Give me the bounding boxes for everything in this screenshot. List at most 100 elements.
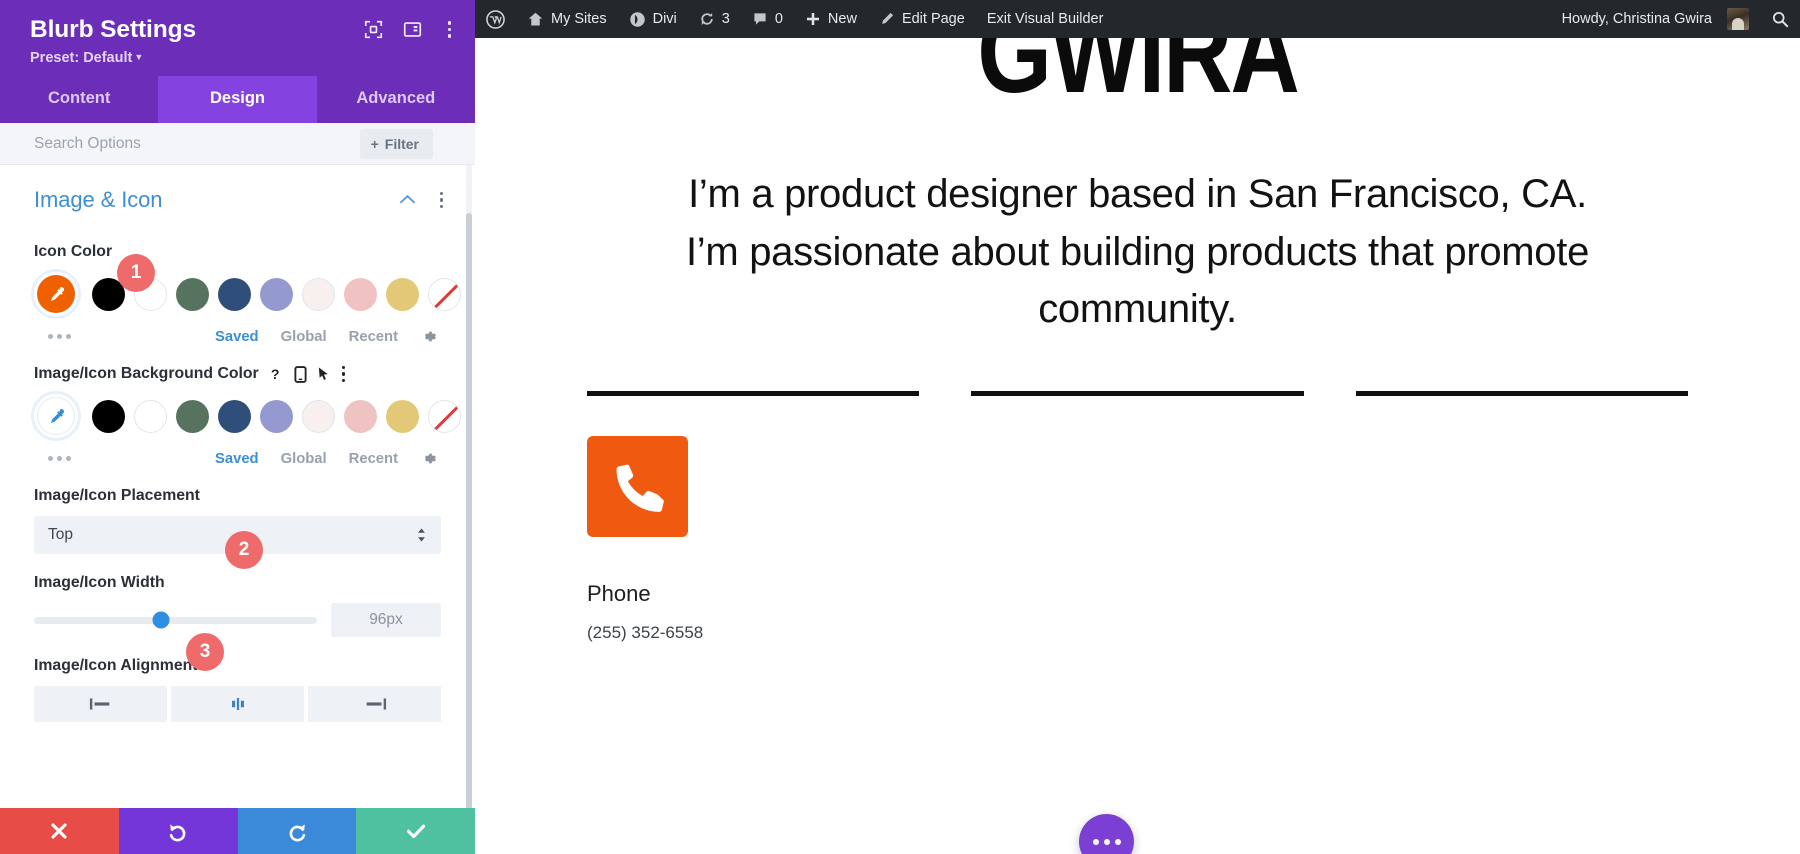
howdy-label: Howdy, Christina Gwira	[1561, 11, 1712, 27]
swatch-periwinkle[interactable]	[260, 399, 293, 433]
avatar	[1727, 8, 1749, 30]
undo-button[interactable]	[118, 808, 238, 854]
wordpress-logo-icon	[486, 9, 505, 29]
layout-columns-icon[interactable]	[403, 20, 422, 39]
panel-footer-bar	[0, 808, 475, 854]
tab-content[interactable]: Content	[0, 76, 158, 123]
chevron-up-icon[interactable]	[399, 190, 416, 210]
icon-bg-more-vertical-icon[interactable]	[340, 365, 348, 383]
redo-button[interactable]	[237, 808, 357, 854]
admin-bar-item-updates[interactable]: 3	[688, 0, 741, 38]
preset-selector[interactable]: Preset: Default ▼	[30, 50, 453, 66]
width-value-input[interactable]: 96px	[331, 603, 441, 638]
align-left-icon[interactable]	[34, 686, 167, 723]
icon-color-label-row: Icon Color	[34, 243, 441, 261]
divider-row	[475, 390, 1800, 396]
eyedropper-icon	[50, 286, 64, 301]
phone-handset-icon	[616, 464, 664, 513]
site-logo-text: GWIRA	[977, 38, 1300, 118]
swatch-pink[interactable]	[344, 399, 377, 433]
width-label: Image/Icon Width	[34, 574, 165, 592]
swatch-green[interactable]	[176, 277, 209, 311]
swatch-periwinkle[interactable]	[260, 277, 293, 311]
swatch-none[interactable]	[428, 399, 461, 433]
save-button[interactable]	[356, 808, 475, 854]
close-x-icon	[51, 823, 67, 839]
cursor-pointer-icon[interactable]	[317, 366, 330, 383]
swatch-white[interactable]	[134, 399, 167, 433]
swatch-gold[interactable]	[386, 277, 419, 311]
align-right-icon[interactable]	[308, 686, 441, 723]
icon-bg-active-swatch[interactable]	[34, 394, 78, 439]
icon-bg-ellipsis-icon[interactable]	[48, 456, 71, 462]
option-icon-color: Icon Color Saved Global Recent	[0, 243, 475, 345]
gear-icon[interactable]	[420, 450, 437, 467]
width-slider-knob[interactable]	[152, 611, 170, 629]
builder-fab-button[interactable]	[1079, 814, 1134, 854]
more-vertical-icon[interactable]	[442, 21, 458, 38]
palette-tab-global[interactable]: Global	[281, 451, 327, 467]
palette-tab-recent[interactable]: Recent	[349, 329, 398, 345]
comment-bubble-icon	[754, 13, 766, 25]
preset-label: Preset: Default	[30, 50, 133, 67]
tab-design[interactable]: Design	[158, 76, 317, 124]
palette-tab-saved[interactable]: Saved	[215, 329, 259, 345]
width-slider-track[interactable]	[34, 611, 317, 629]
swatch-navy[interactable]	[218, 399, 251, 433]
admin-bar-label: 3	[721, 11, 730, 27]
hero-paragraph: I’m a product designer based in San Fran…	[685, 172, 1590, 332]
blurb-icon-tile[interactable]	[587, 435, 688, 537]
swatch-offwhite[interactable]	[302, 277, 335, 311]
swatch-offwhite[interactable]	[302, 399, 335, 433]
admin-bar-item-divi[interactable]: Divi	[618, 0, 688, 38]
admin-bar-account[interactable]: Howdy, Christina Gwira	[1551, 0, 1760, 38]
swatch-none[interactable]	[428, 277, 461, 311]
admin-bar-item-exit-visual-builder[interactable]: Exit Visual Builder	[976, 0, 1115, 38]
panel-tabs: Content Design Advanced	[0, 76, 475, 124]
filter-button[interactable]: + Filter	[359, 129, 433, 160]
focus-target-icon[interactable]	[364, 20, 383, 39]
pencil-edit-icon	[882, 12, 894, 24]
swatch-black[interactable]	[92, 399, 125, 433]
palette-tab-recent[interactable]: Recent	[349, 451, 398, 467]
question-mark-icon[interactable]: ?	[269, 366, 284, 383]
wp-admin-bar: My Sites Divi 3 0 New Edit Page Exit Vis…	[475, 0, 1800, 38]
panel-scroll-area: Image & Icon Icon Color Saved Global Rec…	[0, 165, 475, 808]
step-badge-2: 2	[225, 531, 263, 569]
section-more-vertical-icon[interactable]	[434, 191, 450, 209]
icon-color-active-swatch[interactable]	[34, 272, 78, 317]
divider-line	[1355, 390, 1688, 396]
swatch-green[interactable]	[176, 399, 209, 433]
blurb-body: (255) 352-6558	[587, 622, 704, 642]
admin-bar-item-new[interactable]: New	[794, 0, 868, 38]
swatch-pink[interactable]	[344, 277, 377, 311]
icon-color-ellipsis-icon[interactable]	[48, 334, 71, 340]
palette-tab-saved[interactable]: Saved	[215, 451, 259, 467]
admin-bar-item-edit-page[interactable]: Edit Page	[868, 0, 976, 38]
placement-label: Image/Icon Placement	[34, 487, 200, 505]
blurb-module-phone[interactable]: Phone (255) 352-6558	[587, 435, 954, 643]
cancel-button[interactable]	[0, 808, 119, 854]
palette-tab-global[interactable]: Global	[281, 329, 327, 345]
admin-bar-search[interactable]	[1760, 0, 1800, 38]
admin-bar-item-comments[interactable]: 0	[741, 0, 794, 38]
blurb-column-empty	[1321, 436, 1688, 643]
swatch-gold[interactable]	[386, 399, 419, 433]
page-preview: GWIRA I’m a product designer based in Sa…	[475, 38, 1800, 854]
admin-bar-label: 0	[774, 11, 783, 27]
section-title: Image & Icon	[34, 187, 163, 213]
placement-value: Top	[48, 526, 73, 544]
gear-icon[interactable]	[420, 328, 437, 345]
mobile-device-icon[interactable]	[294, 365, 307, 383]
wp-logo-menu[interactable]	[475, 0, 516, 38]
checkmark-icon	[406, 824, 425, 839]
admin-bar-item-my-sites[interactable]: My Sites	[516, 0, 618, 38]
align-center-icon[interactable]	[171, 686, 304, 723]
scrollbar-thumb[interactable]	[466, 213, 472, 808]
swatch-navy[interactable]	[218, 277, 251, 311]
redo-arrow-icon	[289, 824, 306, 842]
tab-advanced[interactable]: Advanced	[317, 76, 475, 123]
step-badge-1: 1	[117, 254, 155, 292]
plus-icon	[806, 13, 819, 25]
step-badge-3: 3	[186, 633, 224, 671]
